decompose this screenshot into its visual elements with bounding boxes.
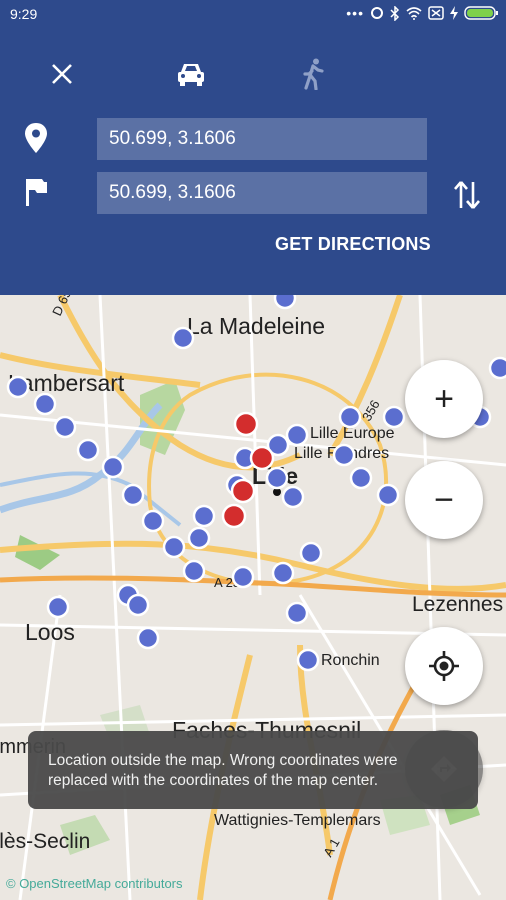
walk-mode-button[interactable] (290, 50, 338, 98)
charging-icon (450, 6, 458, 20)
zoom-out-label: − (434, 481, 454, 519)
map-attribution[interactable]: © OpenStreetMap contributors (6, 876, 183, 891)
get-directions-button[interactable]: GET DIRECTIONS (275, 234, 431, 255)
walk-icon (303, 58, 324, 90)
directions-panel: 50.699, 3.1606 50.699, 3.1606 GET DIRECT… (0, 30, 506, 295)
toast-message: Location outside the map. Wrong coordina… (28, 731, 478, 809)
flag-icon (26, 179, 47, 206)
car-icon (178, 64, 204, 86)
swap-vertical-icon[interactable] (452, 178, 482, 212)
no-sim-icon (428, 6, 444, 20)
close-icon (52, 64, 72, 84)
zoom-in-label: + (434, 380, 454, 418)
car-mode-button[interactable] (167, 50, 215, 98)
status-bar: 9:29 ••• (0, 0, 506, 30)
close-button[interactable] (38, 50, 86, 98)
map-view[interactable]: La Madeleine Lambersart Lille Lille Euro… (0, 295, 506, 900)
start-location-input[interactable]: 50.699, 3.1606 (97, 118, 427, 160)
zoom-in-button[interactable]: + (405, 360, 483, 438)
zoom-out-button[interactable]: − (405, 461, 483, 539)
data-saver-icon (371, 7, 383, 19)
battery-icon (464, 6, 498, 20)
destination-input[interactable]: 50.699, 3.1606 (97, 172, 427, 214)
more-dots-icon: ••• (346, 5, 364, 21)
location-pin-icon (25, 123, 47, 153)
status-icons: ••• (346, 5, 498, 21)
wifi-icon (406, 6, 422, 20)
bluetooth-icon (390, 5, 400, 21)
status-time: 9:29 (10, 6, 38, 22)
gps-crosshair-icon (429, 651, 459, 681)
my-location-button[interactable] (405, 627, 483, 705)
